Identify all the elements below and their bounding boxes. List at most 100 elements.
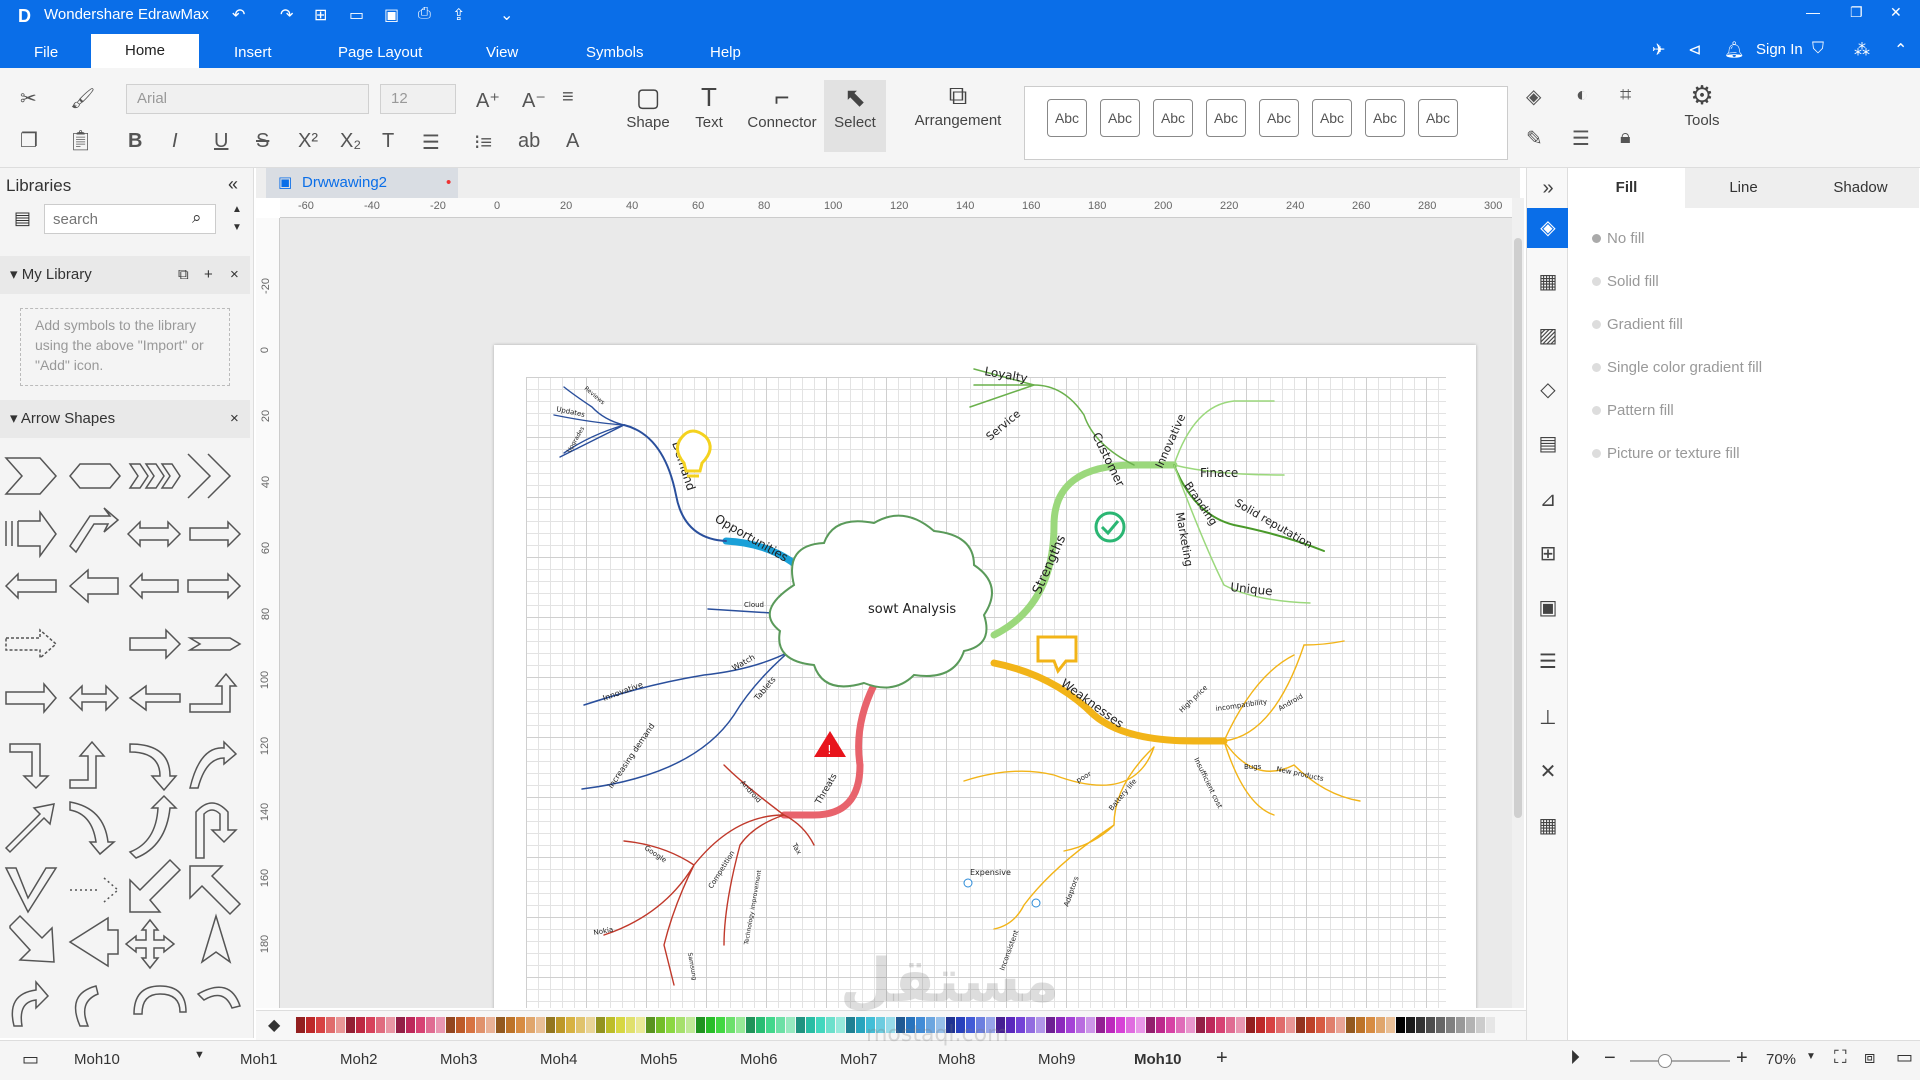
color-swatch[interactable] bbox=[476, 1017, 485, 1033]
color-swatch[interactable] bbox=[566, 1017, 575, 1033]
color-swatch[interactable] bbox=[376, 1017, 385, 1033]
color-swatch[interactable] bbox=[506, 1017, 515, 1033]
data-panel-icon[interactable]: ▣ bbox=[1527, 588, 1569, 628]
color-swatch[interactable] bbox=[1016, 1017, 1025, 1033]
grid-panel-icon[interactable]: ▦ bbox=[1527, 262, 1569, 302]
page-tab[interactable]: Moh1 bbox=[240, 1051, 278, 1068]
presentation-panel-icon[interactable]: ▦ bbox=[1527, 806, 1569, 846]
color-swatch[interactable] bbox=[836, 1017, 845, 1033]
fill-option-gradient[interactable]: Gradient fill bbox=[1592, 316, 1683, 333]
apps-icon[interactable]: ⁂ bbox=[1854, 40, 1870, 60]
color-swatch[interactable] bbox=[1066, 1017, 1075, 1033]
threats-label[interactable]: Threats bbox=[813, 772, 839, 808]
sign-in-link[interactable]: Sign In bbox=[1756, 41, 1803, 58]
color-swatch[interactable] bbox=[366, 1017, 375, 1033]
technology-improvement-label[interactable]: Technology improvement bbox=[743, 869, 763, 946]
color-swatch[interactable] bbox=[1156, 1017, 1165, 1033]
page-tab[interactable]: Moh4 bbox=[540, 1051, 578, 1068]
color-swatch[interactable] bbox=[716, 1017, 725, 1033]
color-swatch[interactable] bbox=[466, 1017, 475, 1033]
solid-reputation-label[interactable]: Solid reputation bbox=[1233, 496, 1315, 551]
weaknesses-label[interactable]: Weaknesses bbox=[1058, 676, 1126, 731]
color-swatch[interactable] bbox=[1446, 1017, 1455, 1033]
page-tab[interactable]: Moh3 bbox=[440, 1051, 478, 1068]
color-swatch[interactable] bbox=[1416, 1017, 1425, 1033]
document-tab[interactable]: ▣ Drwwawing2 • bbox=[266, 168, 458, 198]
warning-icon[interactable]: ! bbox=[814, 731, 846, 757]
color-swatch[interactable] bbox=[816, 1017, 825, 1033]
color-swatch[interactable] bbox=[666, 1017, 675, 1033]
color-swatch[interactable] bbox=[646, 1017, 655, 1033]
style-sample-4[interactable]: Abc bbox=[1206, 99, 1246, 137]
color-swatch[interactable] bbox=[616, 1017, 625, 1033]
line-color-icon[interactable]: ✎ bbox=[1526, 126, 1543, 151]
shape-style-icon[interactable]: ◐ bbox=[1576, 84, 1588, 107]
style-sample-5[interactable]: Abc bbox=[1259, 99, 1299, 137]
style-sample-3[interactable]: Abc bbox=[1153, 99, 1193, 137]
color-swatch[interactable] bbox=[396, 1017, 405, 1033]
color-swatch[interactable] bbox=[1046, 1017, 1055, 1033]
text-button[interactable]: T Text bbox=[684, 80, 734, 131]
color-swatch[interactable] bbox=[1076, 1017, 1085, 1033]
shape-button[interactable]: ▢ Shape bbox=[620, 80, 676, 131]
color-swatch[interactable] bbox=[296, 1017, 305, 1033]
cloud-label[interactable]: Cloud bbox=[744, 601, 764, 609]
style-sample-7[interactable]: Abc bbox=[1365, 99, 1405, 137]
color-swatch[interactable] bbox=[1126, 1017, 1135, 1033]
color-swatch[interactable] bbox=[1106, 1017, 1115, 1033]
color-swatch[interactable] bbox=[536, 1017, 545, 1033]
search-icon[interactable]: ⌕ bbox=[192, 208, 202, 228]
page-tab[interactable]: Moh8 bbox=[938, 1051, 976, 1068]
color-swatch[interactable] bbox=[556, 1017, 565, 1033]
strengths-label[interactable]: Strengths bbox=[1030, 533, 1069, 597]
color-swatch[interactable] bbox=[356, 1017, 365, 1033]
color-swatch[interactable] bbox=[386, 1017, 395, 1033]
color-swatch[interactable] bbox=[1476, 1017, 1485, 1033]
menu-file[interactable]: File bbox=[14, 44, 78, 68]
customer-label[interactable]: Customer bbox=[1089, 430, 1127, 489]
color-swatch[interactable] bbox=[1326, 1017, 1335, 1033]
color-swatch[interactable] bbox=[1366, 1017, 1375, 1033]
color-swatch[interactable] bbox=[526, 1017, 535, 1033]
collapse-panel-icon[interactable]: « bbox=[228, 174, 238, 195]
shirt-icon[interactable]: ⛉ bbox=[1812, 40, 1824, 58]
color-swatch[interactable] bbox=[1136, 1017, 1145, 1033]
color-swatch[interactable] bbox=[846, 1017, 855, 1033]
chart-panel-icon[interactable]: ⊿ bbox=[1527, 480, 1569, 520]
scroll-up-icon[interactable]: ▲ bbox=[232, 204, 242, 215]
library-menu-icon[interactable]: ▤ bbox=[14, 208, 31, 229]
minimize-button[interactable]: — bbox=[1806, 4, 1820, 20]
color-swatch[interactable] bbox=[436, 1017, 445, 1033]
color-swatch[interactable] bbox=[406, 1017, 415, 1033]
style-sample-6[interactable]: Abc bbox=[1312, 99, 1352, 137]
org-chart-panel-icon[interactable]: ⊥ bbox=[1527, 698, 1569, 738]
nokia-label[interactable]: Nokia bbox=[593, 926, 614, 937]
color-swatch[interactable] bbox=[726, 1017, 735, 1033]
color-swatch[interactable] bbox=[1456, 1017, 1465, 1033]
page-panel-icon[interactable]: ▤ bbox=[1527, 424, 1569, 464]
color-swatch[interactable] bbox=[336, 1017, 345, 1033]
zoom-slider[interactable] bbox=[1630, 1060, 1730, 1062]
color-swatch[interactable] bbox=[766, 1017, 775, 1033]
color-swatch[interactable] bbox=[1196, 1017, 1205, 1033]
high-price-label[interactable]: High price bbox=[1178, 684, 1209, 715]
add-page-icon[interactable]: + bbox=[1216, 1047, 1228, 1070]
underline-icon[interactable]: U bbox=[214, 130, 228, 153]
color-swatch[interactable] bbox=[1036, 1017, 1045, 1033]
drawing-page[interactable]: sowt Analysis Opportunities Demand Revie… bbox=[494, 345, 1476, 1008]
color-swatch[interactable] bbox=[1306, 1017, 1315, 1033]
color-swatch[interactable] bbox=[346, 1017, 355, 1033]
color-swatch[interactable] bbox=[826, 1017, 835, 1033]
tax-label[interactable]: Tax bbox=[790, 841, 803, 856]
collapse-ribbon-icon[interactable]: ⌃ bbox=[1894, 40, 1907, 60]
color-swatch[interactable] bbox=[496, 1017, 505, 1033]
selection-handle[interactable] bbox=[963, 878, 973, 888]
bold-icon[interactable]: B bbox=[128, 130, 142, 153]
speech-bubble-icon[interactable] bbox=[1036, 635, 1078, 674]
redo-icon[interactable]: ↷ bbox=[280, 5, 293, 25]
arrow-shapes-header[interactable]: ▾ Arrow Shapes × bbox=[0, 400, 250, 438]
close-button[interactable]: ✕ bbox=[1890, 4, 1902, 21]
superscript-icon[interactable]: X² bbox=[298, 130, 318, 153]
more-icon[interactable]: ▭ bbox=[1896, 1047, 1913, 1068]
service-label[interactable]: Service bbox=[984, 407, 1024, 443]
